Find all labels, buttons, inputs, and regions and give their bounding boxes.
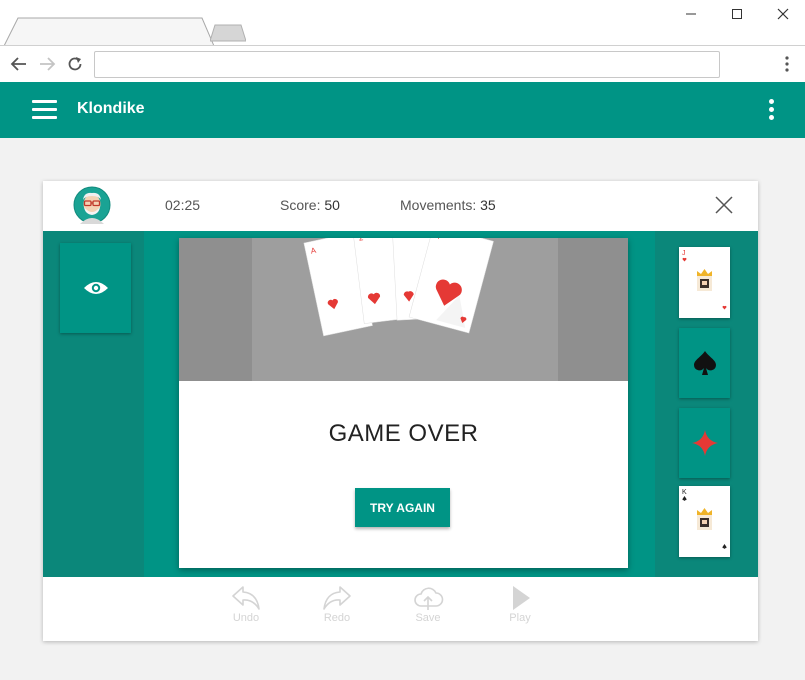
browser-tab-strip: [0, 0, 805, 46]
forward-icon[interactable]: [38, 55, 56, 73]
address-bar[interactable]: [94, 51, 720, 78]
foundation-card-spades[interactable]: K: [679, 486, 730, 557]
close-icon[interactable]: [713, 194, 735, 216]
fanned-hearts-cards: A 2 3 4: [303, 238, 494, 337]
browser-menu-icon[interactable]: [780, 55, 794, 73]
game-over-title: GAME OVER: [328, 420, 479, 447]
foundation-slot-spades[interactable]: [679, 328, 730, 398]
jack-face-icon: [697, 269, 712, 291]
avatar[interactable]: [73, 186, 111, 224]
new-tab-button[interactable]: [210, 24, 246, 42]
play-icon: [513, 586, 530, 610]
try-again-button[interactable]: TRY AGAIN: [355, 488, 450, 527]
game-board: J K A GAME OVER TRY AGAIN: [43, 231, 758, 577]
action-bar: Undo Redo Save Play: [43, 577, 758, 641]
undo-icon: [232, 586, 260, 610]
spade-icon: [693, 351, 716, 375]
cloud-upload-icon: [414, 587, 444, 610]
window-close-icon[interactable]: [771, 5, 795, 23]
reload-icon[interactable]: [66, 55, 84, 73]
game-panel: 02:25 Score: 50 Movements: 35 J K A GAME…: [43, 181, 758, 641]
timer: 02:25: [165, 197, 201, 213]
diamond-icon: [691, 430, 718, 456]
stats-bar: 02:25 Score: 50 Movements: 35: [43, 181, 758, 231]
foundation-card-hearts[interactable]: J: [679, 247, 730, 318]
undo-button[interactable]: Undo: [216, 585, 276, 635]
score-value: 50: [324, 197, 340, 213]
more-options-icon[interactable]: [766, 99, 778, 121]
movements: Movements: 35: [400, 197, 496, 213]
eye-icon: [83, 282, 108, 294]
score: Score: 50: [280, 197, 340, 213]
redo-icon: [323, 586, 351, 610]
card-rank: K: [682, 489, 687, 496]
spade-icon: [722, 544, 727, 549]
spade-icon: [682, 496, 687, 501]
menu-icon[interactable]: [32, 99, 57, 121]
undo-label: Undo: [232, 612, 260, 624]
dialog-hero-image: A 2 3 4: [179, 238, 628, 381]
app-title: Klondike: [77, 100, 145, 117]
king-face-icon: [697, 508, 712, 530]
movements-value: 35: [480, 197, 496, 213]
score-label: Score:: [280, 197, 321, 213]
redo-button[interactable]: Redo: [307, 585, 367, 635]
browser-toolbar: [0, 45, 805, 82]
app-bar: Klondike: [0, 82, 805, 138]
back-icon[interactable]: [10, 55, 28, 73]
foundation-area: J K: [655, 231, 758, 577]
save-label: Save: [415, 612, 441, 624]
play-label: Play: [509, 612, 531, 624]
minimize-icon[interactable]: [679, 5, 703, 23]
redo-label: Redo: [323, 612, 351, 624]
heart-icon: [722, 305, 727, 310]
maximize-icon[interactable]: [725, 5, 749, 23]
save-button[interactable]: Save: [398, 585, 458, 635]
play-button[interactable]: Play: [490, 585, 550, 635]
show-cards-button[interactable]: [60, 243, 131, 333]
foundation-slot-diamonds[interactable]: [679, 408, 730, 478]
game-over-dialog: A 2 3 4: [179, 238, 628, 568]
movements-label: Movements:: [400, 197, 477, 213]
card-rank: J: [682, 250, 686, 257]
browser-tab[interactable]: [4, 17, 214, 46]
heart-icon: [682, 257, 687, 262]
stock-area: [43, 231, 144, 577]
